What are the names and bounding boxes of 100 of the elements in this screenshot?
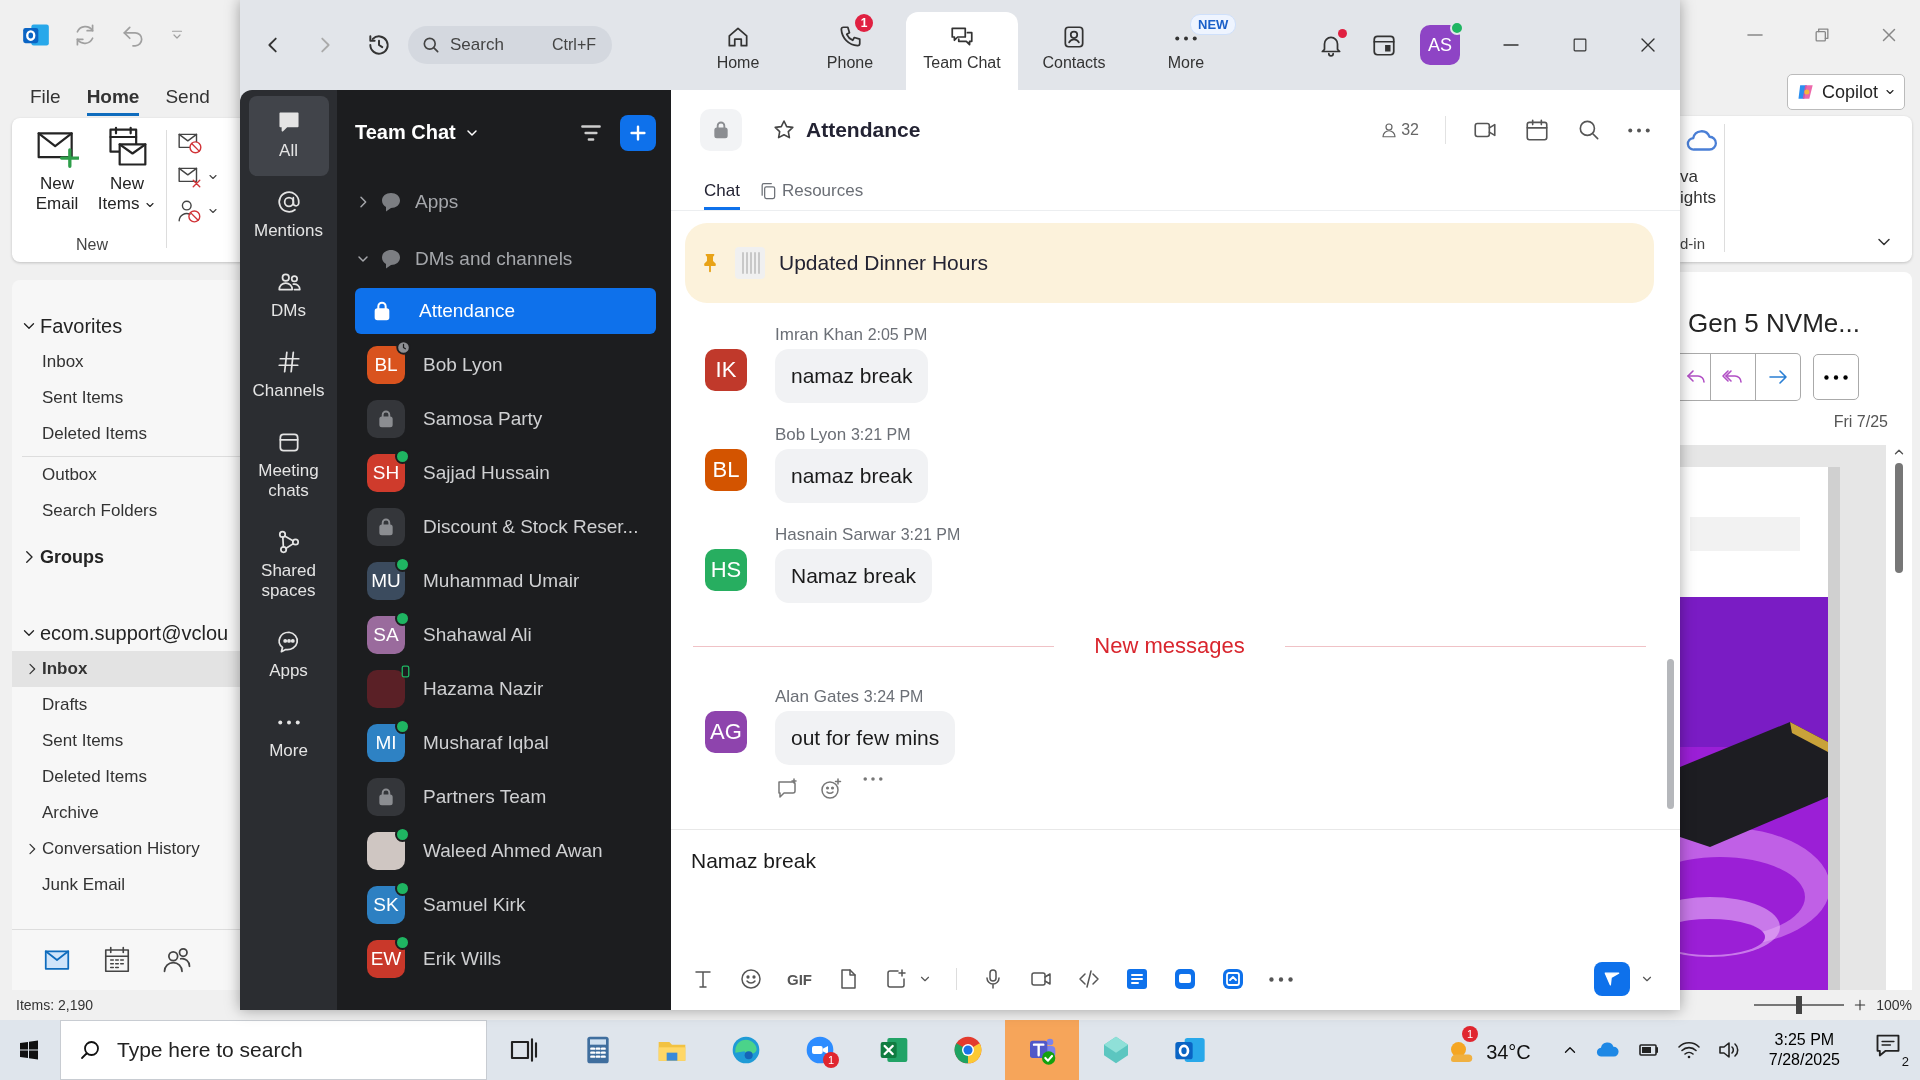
members-button[interactable]: 32	[1380, 121, 1419, 139]
sidebar-item[interactable]: Channels	[248, 336, 329, 416]
folder-item[interactable]: Junk Email	[12, 867, 240, 903]
minimize-icon	[1500, 44, 1522, 46]
folder-item[interactable]: Deleted Items	[12, 416, 240, 452]
folder-item[interactable]: Search Folders	[12, 493, 240, 529]
person-block-icon[interactable]	[177, 198, 203, 224]
minimize-button[interactable]	[1500, 44, 1522, 46]
chat-list-item[interactable]: Partners Team	[355, 774, 656, 820]
sidebar-item[interactable]: Mentions	[248, 176, 329, 256]
add-reaction-icon[interactable]	[819, 777, 843, 801]
folder-item[interactable]: Sent Items	[12, 723, 240, 759]
tab[interactable]: Chat	[704, 181, 740, 210]
notification-center-button[interactable]: 2	[1874, 1031, 1910, 1069]
chat-list-item[interactable]: MI Musharaf Iqbal	[355, 720, 656, 766]
new-items-button[interactable]: New Items	[96, 126, 158, 214]
folder-group-header[interactable]: Groups	[12, 539, 240, 575]
folder-item[interactable]: Inbox	[12, 344, 240, 380]
group-label: New	[76, 236, 108, 254]
schedule-button[interactable]	[1524, 117, 1550, 143]
folder-item[interactable]: Drafts	[12, 687, 240, 723]
chat-list-item[interactable]: Hazama Nazir	[355, 666, 656, 712]
at-sign-icon	[275, 189, 302, 215]
folder-item[interactable]: Conversation History	[12, 831, 240, 867]
chat-list-title[interactable]: Team Chat	[355, 121, 480, 144]
code-icon[interactable]	[1077, 967, 1101, 991]
section-header[interactable]: Apps	[355, 179, 656, 225]
new-chat-button[interactable]	[620, 114, 656, 151]
more-actions-button[interactable]	[1813, 354, 1859, 400]
avatar: EW	[367, 940, 405, 978]
shortcut-hint: Ctrl+F	[552, 36, 596, 54]
email-date: Fri 7/25	[1833, 413, 1888, 431]
weather-widget[interactable]: 1 34°C	[1446, 1026, 1531, 1074]
notes-app-icon[interactable]	[1125, 967, 1149, 991]
avatar: SA	[367, 616, 405, 654]
zoom-level: 100%	[1876, 997, 1912, 1013]
folder-item[interactable]: Sent Items	[12, 380, 240, 416]
history-button[interactable]	[366, 32, 392, 58]
scrollbar-thumb[interactable]	[1667, 659, 1674, 809]
nav-tab[interactable]: Home	[682, 12, 794, 90]
folder-item[interactable]: Deleted Items	[12, 759, 240, 795]
gif-button[interactable]: GIF	[787, 970, 812, 988]
chat-list-item[interactable]: SK Samuel Kirk	[355, 882, 656, 928]
search-field[interactable]: Type here to search	[60, 1020, 487, 1080]
folder-group-header[interactable]: Favorites	[12, 308, 240, 344]
send-button[interactable]	[1594, 962, 1630, 996]
chat-list-item[interactable]: MU Muhammad Umair	[355, 558, 656, 604]
chat-list-item[interactable]: SA Shahawal Ali	[355, 612, 656, 658]
reply-thread-icon[interactable]	[775, 777, 799, 801]
notification-badge: 1	[823, 1052, 839, 1068]
chat-app-icon[interactable]	[1173, 967, 1197, 991]
sidebar-item[interactable]: DMs	[248, 256, 329, 336]
folder-item[interactable]: Archive	[12, 795, 240, 831]
ribbon-tab[interactable]: Send	[165, 86, 210, 116]
tab[interactable]: Resources	[757, 181, 864, 210]
message-bubble: namaz break	[775, 449, 929, 503]
notifications-button[interactable]	[1318, 32, 1344, 58]
pinned-message[interactable]: Updated Dinner Hours	[685, 223, 1654, 303]
copilot-button[interactable]: Copilot	[1786, 74, 1905, 110]
section-header[interactable]: DMs and channels	[355, 236, 656, 282]
folder-item[interactable]: Inbox	[12, 651, 240, 687]
chat-list-item[interactable]: EW Erik Wills	[355, 936, 656, 982]
sidebar-item[interactable]: More	[248, 696, 329, 776]
nav-tab[interactable]: 1 Phone	[794, 12, 906, 90]
zoom-slider-thumb[interactable]	[1796, 996, 1803, 1014]
avatar: HS	[705, 549, 747, 591]
clock[interactable]: 3:25 PM 7/28/2025	[1764, 1030, 1844, 1070]
board-app-icon[interactable]	[1221, 967, 1245, 991]
folder-group-header[interactable]: ecom.support@vclou	[12, 615, 240, 651]
scrollbar-thumb[interactable]	[1895, 463, 1903, 573]
sidebar-item[interactable]: Apps	[248, 616, 329, 696]
calendar-button[interactable]	[1371, 32, 1397, 58]
chat-list-item[interactable]: Attendance	[355, 288, 656, 334]
sidebar-item[interactable]: Shared spaces	[248, 516, 329, 616]
chat-list-item[interactable]: Waleed Ahmed Awan	[355, 828, 656, 874]
nav-tab[interactable]: Team Chat	[906, 12, 1018, 90]
sidebar-item[interactable]: All	[248, 96, 329, 176]
nav-tab[interactable]: NEW More	[1130, 12, 1242, 90]
nav-tab[interactable]: Contacts	[1018, 12, 1130, 90]
more-icon[interactable]	[1269, 976, 1293, 982]
people-icon[interactable]	[162, 945, 192, 975]
zoom-slider[interactable]	[1754, 996, 1845, 1014]
sidebar-item[interactable]: Meeting chats	[248, 416, 329, 516]
ribbon-tab[interactable]: File	[30, 86, 61, 116]
profile-avatar[interactable]: AS	[1420, 25, 1460, 65]
folder-item[interactable]: Outbox	[12, 457, 240, 493]
more-button[interactable]	[1628, 127, 1650, 133]
taskbar-app[interactable]: 1	[783, 1020, 857, 1080]
chat-list-item[interactable]: SH Sajjad Hussain	[355, 450, 656, 496]
chat-list-item[interactable]: Discount & Stock Reser...	[355, 504, 656, 550]
add-in-button[interactable]: va ights	[1680, 124, 1724, 208]
more-icon[interactable]	[863, 777, 883, 781]
screenshot-icon[interactable]	[884, 967, 908, 991]
chat-list-item[interactable]: BL Bob Lyon	[355, 342, 656, 388]
avatar: BL	[705, 449, 747, 491]
emoji-icon[interactable]	[739, 967, 763, 991]
new-email-button[interactable]: New Email	[26, 126, 88, 214]
calendar-icon[interactable]	[102, 945, 132, 975]
phone-icon	[837, 24, 863, 50]
chat-list-item[interactable]: Samosa Party	[355, 396, 656, 442]
